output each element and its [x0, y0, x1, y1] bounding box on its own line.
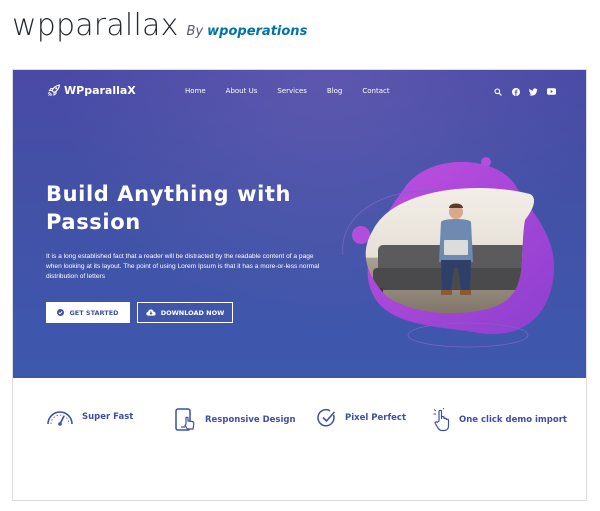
hero-title: Build Anything with Passion [46, 182, 292, 234]
nav-item-home[interactable]: Home [185, 87, 206, 95]
download-now-label: DOWNLOAD NOW [160, 308, 225, 317]
hero-illustration [342, 157, 555, 348]
feature-one-click-demo-import: One click demo import [433, 408, 567, 432]
main-nav: Home About Us Services Blog Contact [185, 87, 410, 95]
theme-by-label: By [186, 24, 204, 39]
twitter-icon[interactable] [529, 87, 538, 96]
feature-label-pixel-perfect: Pixel Perfect [345, 413, 407, 423]
feature-responsive-design: Responsive Design [173, 408, 296, 432]
feature-label-responsive-design: Responsive Design [205, 415, 296, 425]
speedometer-icon [47, 411, 73, 426]
theme-author-link[interactable]: wpoperations [207, 24, 307, 39]
download-now-button[interactable]: DOWNLOAD NOW [137, 302, 233, 323]
nav-item-contact[interactable]: Contact [362, 87, 389, 95]
decor-dot-left [352, 226, 370, 244]
feature-label-one-click-demo-import: One click demo import [459, 415, 567, 425]
feature-super-fast: Super Fast [46, 408, 133, 426]
feature-pixel-perfect: Pixel Perfect [317, 408, 406, 428]
site-logo-text: WPparallaX [64, 84, 136, 97]
nav-item-about-us[interactable]: About Us [226, 87, 258, 95]
hero-description: It is a long established fact that a rea… [46, 253, 320, 280]
get-started-button[interactable]: GET STARTED [46, 302, 130, 323]
get-started-label: GET STARTED [69, 308, 119, 317]
features-section: Super Fast Responsive Design Pixel Perfe… [13, 378, 586, 500]
theme-preview-frame[interactable]: WPparallaX Home About Us Services Blog C… [12, 69, 587, 501]
theme-name: wpparallax [12, 8, 179, 43]
tablet-touch-icon [175, 408, 195, 431]
theme-header: wpparallax By wpoperations [12, 8, 307, 48]
feature-label-super-fast: Super Fast [82, 412, 134, 422]
check-circle-small-icon [57, 309, 65, 316]
site-logo[interactable]: WPparallaX [47, 84, 136, 97]
facebook-icon[interactable] [511, 87, 520, 96]
pointer-hand-icon [433, 408, 450, 432]
hero-section: WPparallaX Home About Us Services Blog C… [13, 70, 586, 378]
nav-item-blog[interactable]: Blog [327, 87, 342, 95]
rocket-icon [47, 84, 61, 97]
check-circle-icon [317, 408, 336, 427]
cloud-download-icon [145, 309, 156, 316]
youtube-icon[interactable] [547, 87, 556, 96]
nav-icons [493, 87, 565, 96]
nav-item-services[interactable]: Services [277, 87, 307, 95]
search-icon[interactable] [493, 87, 502, 96]
